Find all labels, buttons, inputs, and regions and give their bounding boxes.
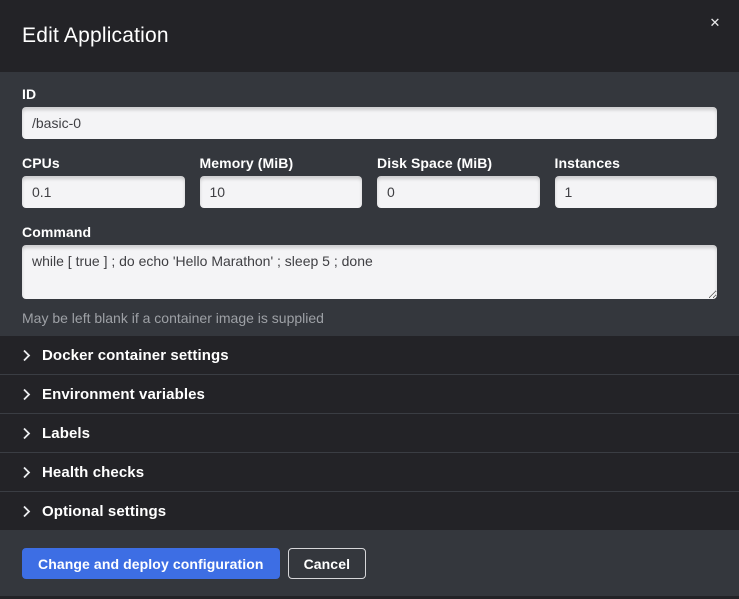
- command-label: Command: [22, 224, 717, 240]
- section-label: Environment variables: [42, 386, 205, 403]
- instances-label: Instances: [555, 155, 718, 171]
- section-label: Labels: [42, 425, 90, 442]
- id-label: ID: [22, 86, 717, 102]
- id-field-group: ID: [22, 86, 717, 139]
- cpus-input[interactable]: [22, 176, 185, 208]
- memory-input[interactable]: [200, 176, 363, 208]
- section-label: Health checks: [42, 464, 144, 481]
- modal-form: ID CPUs Memory (MiB) Disk Space (MiB) In…: [0, 72, 739, 336]
- modal-header: Edit Application ✕: [0, 0, 739, 72]
- section-environment-variables[interactable]: Environment variables: [0, 375, 739, 414]
- command-textarea[interactable]: while [ true ] ; do echo 'Hello Marathon…: [22, 245, 717, 299]
- section-labels[interactable]: Labels: [0, 414, 739, 453]
- disk-field-group: Disk Space (MiB): [377, 155, 540, 208]
- section-label: Docker container settings: [42, 347, 229, 364]
- chevron-right-icon: [22, 349, 31, 362]
- chevron-right-icon: [22, 466, 31, 479]
- id-input[interactable]: [22, 107, 717, 139]
- instances-input[interactable]: [555, 176, 718, 208]
- section-docker-container-settings[interactable]: Docker container settings: [0, 336, 739, 375]
- chevron-right-icon: [22, 427, 31, 440]
- modal-title: Edit Application: [22, 24, 169, 48]
- command-field-group: Command while [ true ] ; do echo 'Hello …: [22, 224, 717, 326]
- section-optional-settings[interactable]: Optional settings: [0, 492, 739, 530]
- resources-row: CPUs Memory (MiB) Disk Space (MiB) Insta…: [22, 155, 717, 224]
- section-health-checks[interactable]: Health checks: [0, 453, 739, 492]
- cpus-label: CPUs: [22, 155, 185, 171]
- memory-field-group: Memory (MiB): [200, 155, 363, 208]
- change-and-deploy-button[interactable]: Change and deploy configuration: [22, 548, 280, 579]
- chevron-right-icon: [22, 505, 31, 518]
- section-label: Optional settings: [42, 503, 166, 520]
- cpus-field-group: CPUs: [22, 155, 185, 208]
- chevron-right-icon: [22, 388, 31, 401]
- command-help-text: May be left blank if a container image i…: [22, 310, 717, 326]
- close-icon[interactable]: ✕: [705, 14, 725, 34]
- edit-application-modal: Edit Application ✕ ID CPUs Memory (MiB) …: [0, 0, 739, 599]
- disk-input[interactable]: [377, 176, 540, 208]
- collapsible-sections: Docker container settings Environment va…: [0, 336, 739, 530]
- modal-footer: Change and deploy configuration Cancel: [0, 530, 739, 596]
- cancel-button[interactable]: Cancel: [288, 548, 367, 579]
- instances-field-group: Instances: [555, 155, 718, 208]
- disk-label: Disk Space (MiB): [377, 155, 540, 171]
- memory-label: Memory (MiB): [200, 155, 363, 171]
